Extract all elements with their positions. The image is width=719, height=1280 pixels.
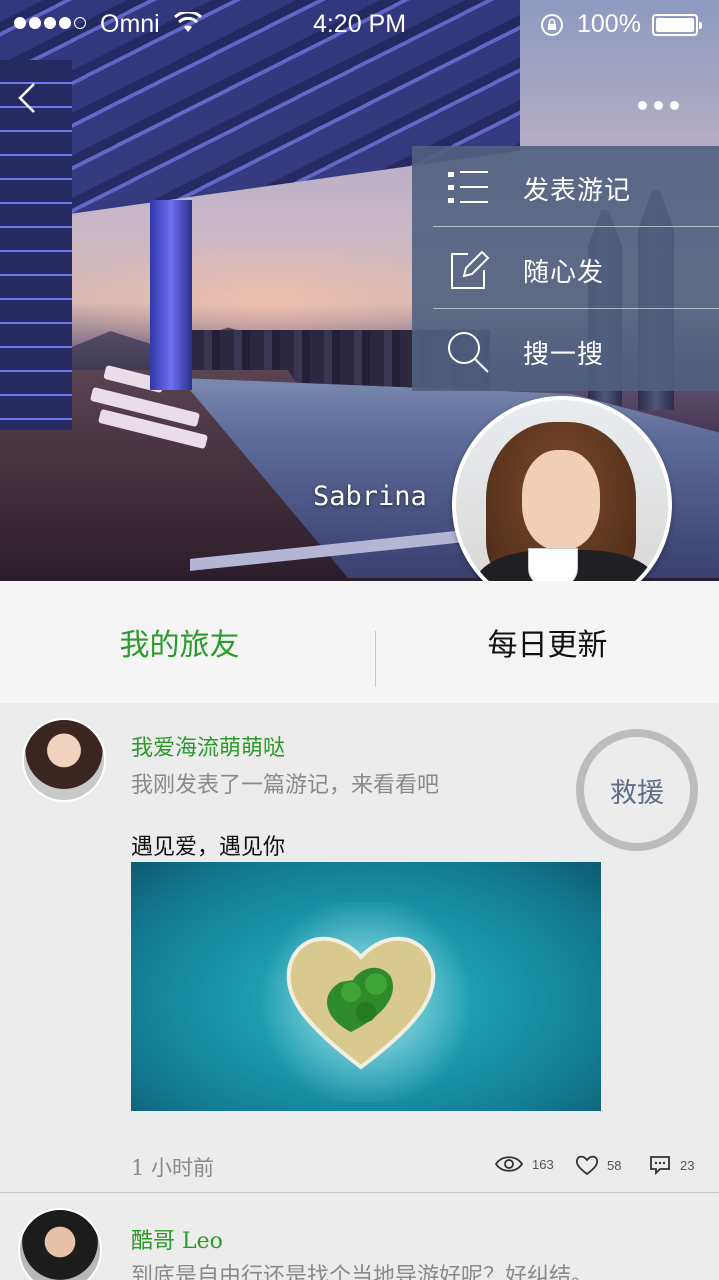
battery-icon: [652, 14, 702, 36]
heart-icon: [575, 1155, 599, 1176]
status-bar: Omni 4:20 PM 100%: [0, 0, 719, 52]
profile-username: Sabrina: [313, 481, 427, 512]
menu-divider: [433, 308, 719, 309]
menu-item-label: 搜一搜: [523, 340, 605, 370]
menu-item-label: 发表游记: [523, 176, 632, 206]
tab-my-travel-friends[interactable]: 我的旅友: [0, 581, 359, 703]
menu-item-label: 随心发: [523, 258, 605, 288]
post-image[interactable]: [131, 862, 601, 1111]
post-title[interactable]: 遇见爱，遇见你: [131, 829, 285, 861]
comments-count[interactable]: 23: [648, 1154, 694, 1176]
menu-item-quick-post[interactable]: 随心发: [412, 228, 719, 310]
edit-icon: [451, 250, 490, 289]
views-count: 163: [494, 1154, 554, 1174]
search-icon: [448, 332, 489, 373]
menu-item-search[interactable]: 搜一搜: [412, 310, 719, 392]
post-divider: [0, 1192, 719, 1193]
avatar[interactable]: [18, 1208, 102, 1280]
list-icon: [448, 171, 488, 203]
post-subtitle: 我刚发表了一篇游记，来看看吧: [131, 773, 440, 798]
avatar[interactable]: [22, 718, 106, 802]
likes-count[interactable]: 58: [575, 1154, 621, 1176]
menu-item-publish-travelogue[interactable]: 发表游记: [412, 146, 719, 228]
tab-daily-updates[interactable]: 每日更新: [376, 581, 719, 703]
comment-icon: [650, 1156, 670, 1176]
feed-list: 我爱海流萌萌哒 我刚发表了一篇游记，来看看吧 遇见爱，遇见你 1 小时前 163…: [0, 703, 719, 1280]
back-arrow-icon[interactable]: [10, 78, 46, 118]
rotation-lock-icon: [541, 14, 563, 36]
comments-value: 23: [680, 1157, 695, 1173]
views-value: 163: [532, 1156, 554, 1172]
more-options-button[interactable]: [638, 94, 690, 116]
likes-value: 58: [607, 1157, 622, 1173]
post-time: 1 小时前: [131, 1156, 215, 1180]
lit-pillar: [150, 200, 192, 390]
action-menu: 发表游记 随心发 搜一搜: [412, 146, 719, 391]
tab-bar: 我的旅友 每日更新: [0, 581, 719, 703]
battery-percent: 100%: [577, 10, 641, 38]
rescue-button[interactable]: 救援: [576, 729, 698, 851]
eye-icon: [494, 1156, 524, 1172]
post-author[interactable]: 酷哥 Leo: [131, 1223, 223, 1255]
post-subtitle: 到底是自由行还是找个当地导游好呢？好纠结。: [131, 1264, 594, 1280]
post-author[interactable]: 我爱海流萌萌哒: [131, 730, 285, 762]
menu-divider: [433, 226, 719, 227]
heart-island: [286, 936, 436, 1070]
